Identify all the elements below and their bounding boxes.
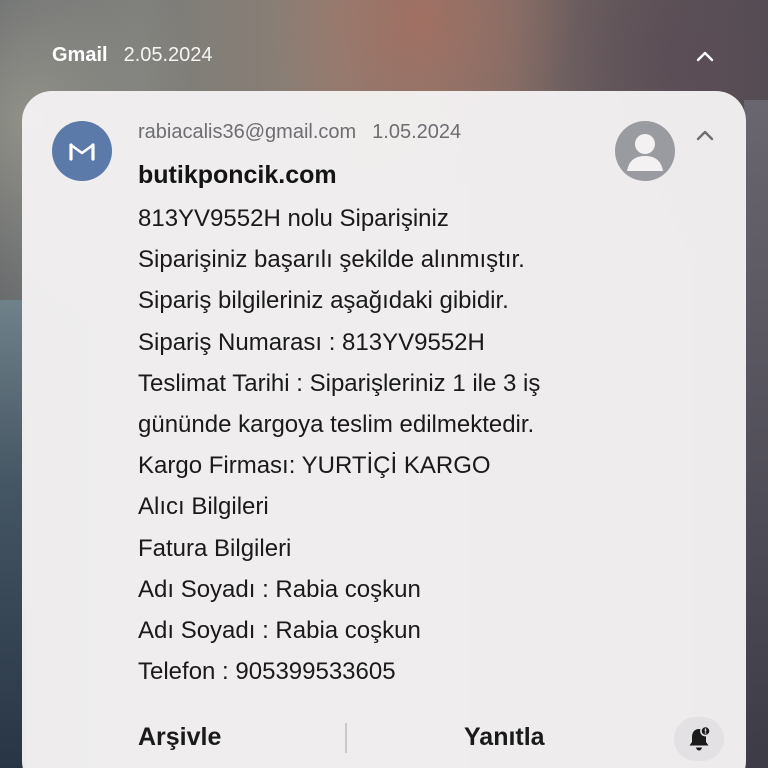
action-divider — [345, 723, 347, 753]
group-date: 2.05.2024 — [123, 44, 213, 66]
body-line: Adı Soyadı : Rabia coşkun — [138, 617, 421, 645]
reply-button[interactable]: Yanıtla — [464, 723, 545, 752]
body-line: 813YV9552H nolu Siparişiniz — [138, 205, 449, 232]
email-notification-card[interactable]: rabiacalis36@gmail.com 1.05.2024 butikpo… — [22, 91, 746, 768]
body-line: Sipariş bilgileriniz aşağıdaki gibidir. — [138, 287, 509, 315]
body-line: Telefon : 905399533605 — [138, 658, 396, 686]
wallpaper-right — [744, 100, 768, 768]
app-name: Gmail — [52, 44, 108, 66]
email-date: 1.05.2024 — [372, 121, 462, 143]
body-line: Fatura Bilgileri — [138, 534, 292, 562]
email-meta: rabiacalis36@gmail.com 1.05.2024 — [138, 121, 461, 144]
body-line: Adı Soyadı : Rabia coşkun — [138, 575, 421, 603]
archive-button[interactable]: Arşivle — [138, 723, 221, 752]
email-body: 813YV9552H nolu Siparişiniz Siparişiniz … — [138, 198, 698, 692]
person-icon — [615, 121, 675, 181]
notification-settings-bell-icon[interactable] — [674, 717, 724, 761]
body-line: Kargo Firması: YURTİÇİ KARGO — [138, 452, 491, 480]
body-line: gününde kargoya teslim edilmektedir. — [138, 411, 535, 439]
notification-group-header: Gmail 2.05.2024 — [52, 44, 213, 67]
gmail-m-icon — [52, 121, 112, 181]
body-line: Teslimat Tarihi : Siparişleriniz 1 ile 3… — [138, 369, 541, 397]
sender-address: rabiacalis36@gmail.com — [138, 121, 357, 143]
email-subject: butikponcik.com — [138, 161, 337, 189]
notification-actions: Arşivle Yanıtla — [22, 717, 746, 761]
body-line: Siparişiniz başarılı şekilde alınmıştır. — [138, 246, 525, 274]
chevron-up-icon[interactable] — [693, 125, 717, 145]
chevron-up-icon[interactable] — [693, 46, 717, 66]
body-line: Sipariş Numarası : 813YV9552H — [138, 328, 485, 356]
body-line: Alıcı Bilgileri — [138, 493, 269, 521]
